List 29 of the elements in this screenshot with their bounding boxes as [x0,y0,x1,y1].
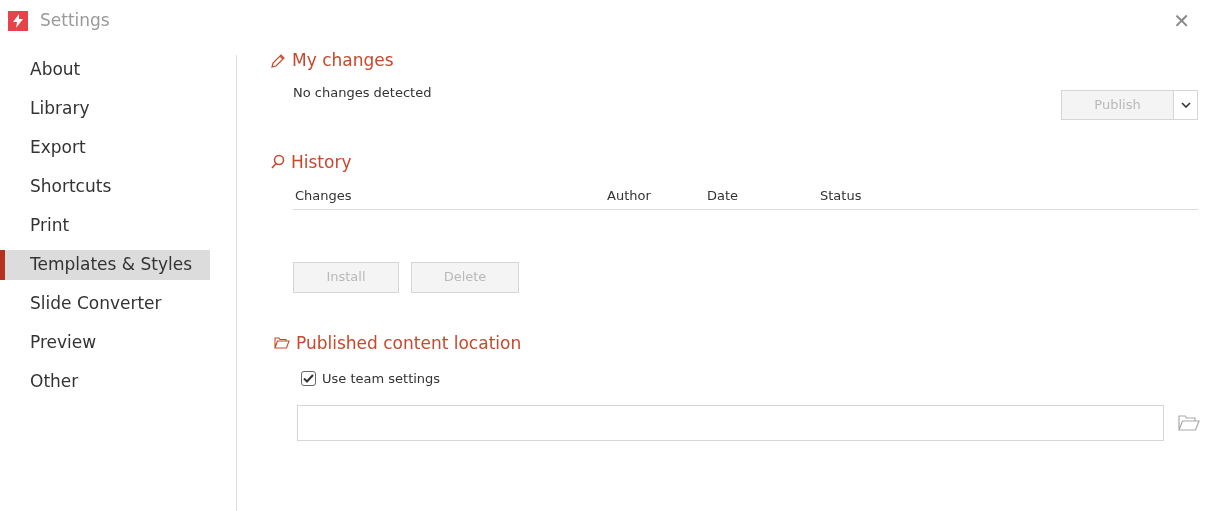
sidebar-item[interactable]: Library [0,94,210,124]
window-title: Settings [40,9,110,33]
sidebar-item[interactable]: Other [0,367,210,397]
search-icon [270,154,285,171]
column-header: Status [820,188,862,203]
folder-icon[interactable] [1178,414,1200,431]
caret-icon [1180,102,1191,109]
checkbox-label: Use team settings [322,370,441,388]
sidebar-item[interactable]: Templates & Styles [0,250,210,280]
pencil-icon [270,52,286,69]
path-field[interactable] [297,404,1164,441]
column-header: Author [607,188,651,203]
dropdown-button[interactable] [1174,89,1198,120]
sidebar-item[interactable]: Slide Converter [0,289,210,319]
section-title: History [291,150,352,174]
folder-icon [274,337,290,350]
section-title: Published content location [296,331,522,355]
column-header: Date [707,188,739,203]
sidebar-item[interactable]: About [0,55,210,85]
column-header: Changes [295,188,352,203]
sidebar-item[interactable]: Print [0,211,210,241]
checkbox[interactable] [301,371,316,387]
sidebar-item[interactable]: Preview [0,328,210,358]
section-title: My changes [292,49,394,72]
status-text: No changes detected [293,83,432,102]
sidebar-item[interactable]: Export [0,133,210,163]
sidebar-item[interactable]: Shortcuts [0,172,210,202]
close-button[interactable]: ✕ [1165,11,1198,31]
app-logo-icon [8,11,28,31]
